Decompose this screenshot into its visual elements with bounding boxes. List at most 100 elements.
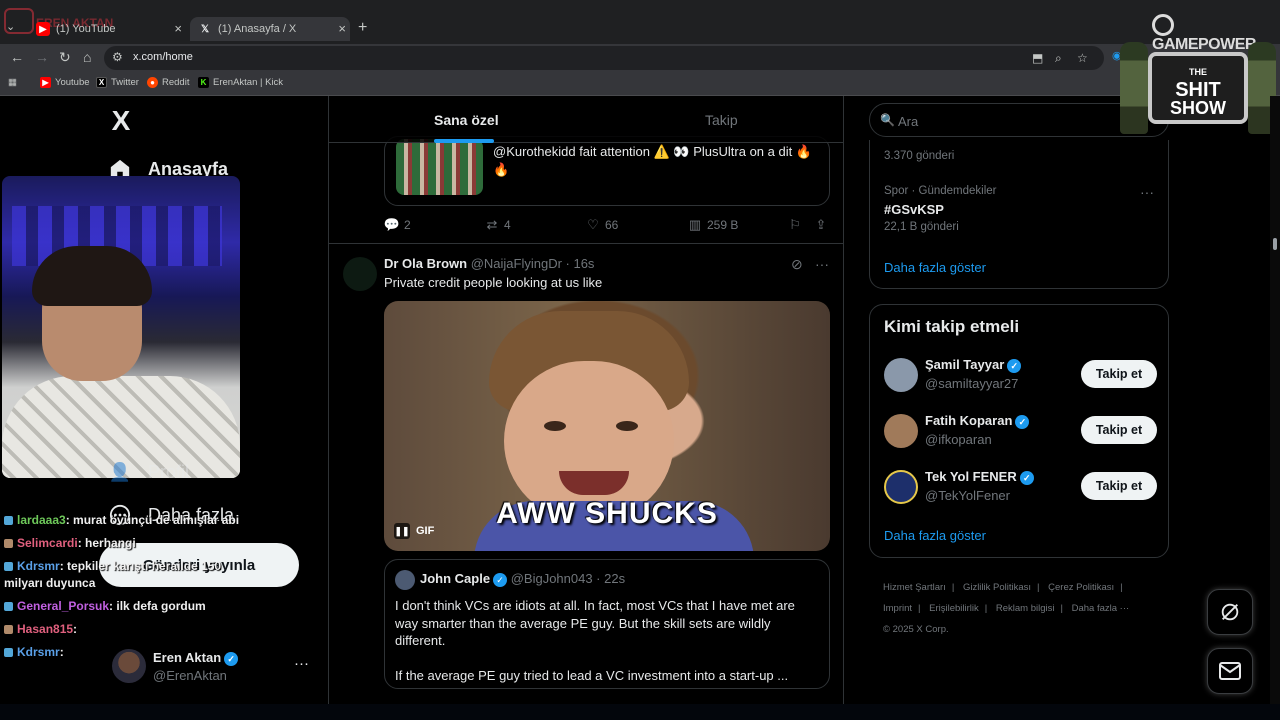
address-toolbar: ← → ↻ ⌂ ⚙ x.com/home ⬒ ⌕ ☆ ◉ xyxy=(0,44,1280,72)
tab-x-home[interactable]: 𝕏 (1) Anasayfa / X × xyxy=(190,17,350,41)
tab-title: (1) YouTube xyxy=(56,23,116,35)
follow-suggestion[interactable]: Tek Yol FENER ✓ @TekYolFener Takip et xyxy=(884,468,1158,508)
avatar[interactable] xyxy=(343,257,377,291)
post-actions: 💬 2 ⇄ 4 ♡ 66 ▥ 259 B ⚐ ⇪ xyxy=(384,217,830,235)
suggestion-handle: @samiltayyar27 xyxy=(925,376,1019,391)
mail-icon xyxy=(1219,662,1241,680)
bookmark-star-icon[interactable]: ☆ xyxy=(1077,51,1088,65)
show-logo: THE SHIT SHOW xyxy=(1120,38,1278,134)
bookmark-button[interactable]: ⚐ xyxy=(787,217,807,233)
chat-message: lardaaa3: murat övünçü de almışlar abi xyxy=(4,512,254,529)
follow-button[interactable]: Takip et xyxy=(1081,360,1157,388)
bookmark-label: Twitter xyxy=(111,77,139,88)
follow-suggestion[interactable]: Fatih Koparan ✓ @ifkoparan Takip et xyxy=(884,412,1158,452)
trend-title[interactable]: #GSvKSP xyxy=(884,202,944,217)
scrollbar-thumb[interactable] xyxy=(1273,238,1277,250)
footer-link[interactable]: Daha fazla ··· xyxy=(1072,603,1130,614)
follow-button[interactable]: Takip et xyxy=(1081,416,1157,444)
tab-for-you[interactable]: Sana özel xyxy=(434,112,499,128)
x-logo-icon[interactable]: X xyxy=(106,106,136,136)
chat-message: Kdrsmr: xyxy=(4,644,254,661)
soldier-figure xyxy=(1120,42,1148,134)
footer-link[interactable]: Gizlilik Politikası xyxy=(963,582,1031,593)
follow-suggestion[interactable]: Şamil Tayyar ✓ @samiltayyar27 Takip et xyxy=(884,356,1158,396)
repost-button[interactable]: ⇄ 4 xyxy=(484,217,511,233)
verified-badge-icon: ✓ xyxy=(1019,470,1034,485)
views-icon: ▥ xyxy=(688,217,702,232)
footer-link[interactable]: Çerez Politikası xyxy=(1048,582,1114,593)
site-info-icon[interactable]: ⚙ xyxy=(112,50,123,64)
bookmark-icon: ⚐ xyxy=(789,217,801,232)
bookmark-twitter[interactable]: X Twitter xyxy=(96,77,139,88)
tab-youtube[interactable]: ▶ (1) YouTube × xyxy=(30,17,186,41)
panel-title: Kimi takip etmeli xyxy=(884,317,1020,336)
more-options-icon[interactable]: ··· xyxy=(294,655,309,672)
who-to-follow-panel: Kimi takip etmeli Şamil Tayyar ✓ @samilta… xyxy=(869,304,1169,558)
gif-eye xyxy=(616,421,638,431)
url-text[interactable]: x.com/home xyxy=(133,51,193,63)
show-more-link[interactable]: Daha fazla göster xyxy=(884,528,986,543)
quote-author-name: John Caple xyxy=(420,571,491,586)
trend-category: Spor · Gündemdekiler xyxy=(884,185,997,197)
divider xyxy=(329,243,843,244)
bookmark-youtube[interactable]: ▶ Youtube xyxy=(40,77,90,88)
follow-button[interactable]: Takip et xyxy=(1081,472,1157,500)
share-button[interactable]: ⇪ xyxy=(813,217,833,233)
show-more-link[interactable]: Daha fazla göster xyxy=(884,260,986,275)
reply-icon: 💬 xyxy=(383,217,401,232)
more-options-icon[interactable]: ··· xyxy=(1140,184,1154,200)
tab-search-icon[interactable]: ⌄ xyxy=(6,20,15,33)
nav-profile-label: Profil xyxy=(148,461,190,482)
card-thumbnail xyxy=(396,139,483,195)
grok-button[interactable] xyxy=(1207,589,1253,635)
reply-button[interactable]: 💬 2 xyxy=(384,217,411,233)
quoted-post[interactable]: John Caple ✓ @BigJohn043 · 22s I don't th… xyxy=(384,559,830,689)
quote-text: I don't think VCs are idiots at all. In … xyxy=(395,598,795,683)
footer-link[interactable]: Reklam bilgisi xyxy=(996,603,1055,614)
more-options-icon[interactable]: ··· xyxy=(815,256,829,272)
apps-grid-icon[interactable]: ▦ xyxy=(8,77,17,88)
bookmark-label: Youtube xyxy=(55,77,90,88)
footer-link[interactable]: Imprint xyxy=(883,603,912,614)
tab-title: (1) Anasayfa / X xyxy=(218,23,297,35)
footer-link[interactable]: Erişilebilirlik xyxy=(929,603,979,614)
avatar xyxy=(395,570,415,590)
scrollbar[interactable] xyxy=(1270,96,1280,720)
gamepower-icon xyxy=(1152,14,1174,36)
like-button[interactable]: ♡ 66 xyxy=(585,217,618,233)
reload-icon[interactable]: ↻ xyxy=(59,49,71,66)
gif-media[interactable]: AWW SHUCKS ❚❚ GIF xyxy=(384,301,830,551)
tab-following[interactable]: Takip xyxy=(705,112,738,128)
grok-icon[interactable]: ⊘ xyxy=(791,256,803,273)
quote-header: John Caple ✓ @BigJohn043 · 22s xyxy=(420,571,625,587)
close-icon[interactable]: × xyxy=(338,21,346,36)
post-text: Private credit people looking at us like xyxy=(384,275,603,290)
forward-arrow-icon[interactable]: → xyxy=(35,49,49,65)
new-tab-button[interactable]: + xyxy=(358,19,367,37)
link-card[interactable]: @Kurothekidd fait attention ⚠️ 👀 PlusUlt… xyxy=(384,136,830,206)
bookmark-kick[interactable]: K ErenAktan | Kick xyxy=(198,77,283,88)
address-bar[interactable]: ⚙ x.com/home ⬒ ⌕ ☆ xyxy=(104,46,1104,70)
active-tab-indicator xyxy=(434,139,494,143)
bookmark-reddit[interactable]: ● Reddit xyxy=(147,77,189,88)
author-name[interactable]: Dr Ola Brown xyxy=(384,256,467,271)
trend-count: 3.370 gönderi xyxy=(884,150,955,162)
close-icon[interactable]: × xyxy=(174,21,182,36)
verified-badge-icon: ✓ xyxy=(1007,358,1022,373)
home-icon[interactable]: ⌂ xyxy=(83,49,91,65)
timeline-tabs: Sana özel Takip xyxy=(329,96,843,143)
timeline: Sana özel Takip @Kurothekidd fait attent… xyxy=(328,96,844,720)
account-handle: @ErenAktan xyxy=(153,668,227,683)
chat-message: Hasan815: xyxy=(4,621,254,638)
footer-link[interactable]: Hizmet Şartları xyxy=(883,582,946,593)
messages-button[interactable] xyxy=(1207,648,1253,694)
nav-profile[interactable]: 👤 Profil xyxy=(108,460,189,484)
streamer-hair xyxy=(32,246,152,306)
views-button[interactable]: ▥ 259 B xyxy=(687,217,739,233)
zoom-icon[interactable]: ⌕ xyxy=(1055,51,1062,66)
back-arrow-icon[interactable]: ← xyxy=(10,49,24,65)
trend-count: 22,1 B gönderi xyxy=(884,221,959,233)
author-handle[interactable]: @NaijaFlyingDr · 16s xyxy=(471,256,595,271)
install-app-icon[interactable]: ⬒ xyxy=(1032,51,1043,65)
gif-badge[interactable]: ❚❚ GIF xyxy=(394,523,434,539)
